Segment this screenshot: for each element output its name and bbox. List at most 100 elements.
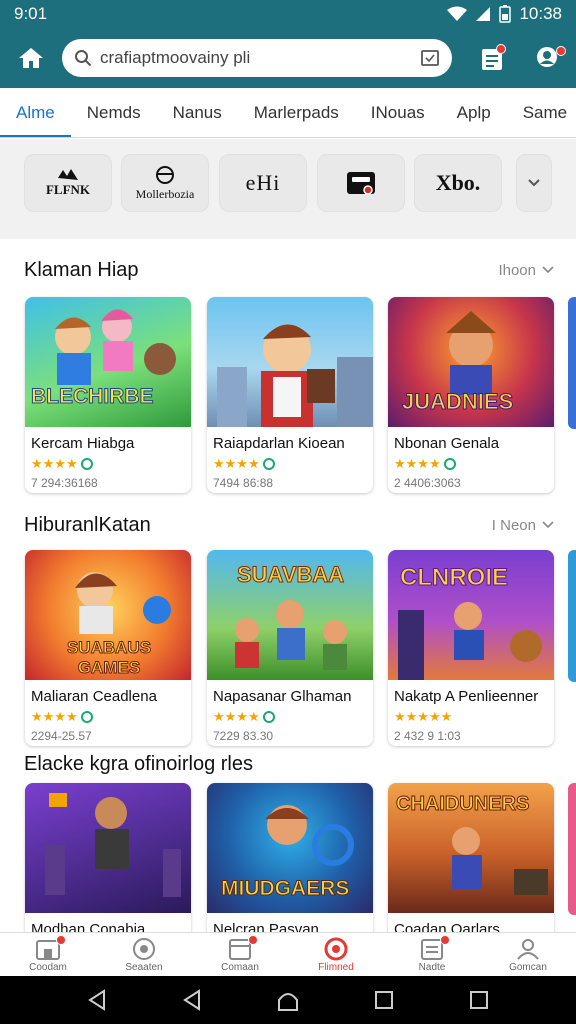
cartoon-characters-image [217, 324, 373, 427]
brand-chip[interactable]: Mollerbozia [121, 154, 209, 212]
system-navigation-bar [0, 976, 576, 1024]
home-icon [19, 48, 43, 68]
section-title: Klaman Hiap [24, 258, 139, 281]
signal-icon [476, 7, 491, 21]
back-icon[interactable] [181, 989, 203, 1011]
rating-stars: ★★★★★ [394, 709, 453, 724]
game-card[interactable]: BLECHIRBE Kercam Hiabga ★★★★ 7 294:36168 [25, 297, 191, 493]
verified-badge-icon [262, 458, 275, 470]
tab-marlerpads[interactable]: Marlerpads [238, 88, 355, 137]
status-time: 9:01 [14, 4, 48, 23]
game-card[interactable]: SUABAUS GAMES Maliaran Ceadlena ★★★★ 229… [25, 550, 191, 746]
section-header: Klaman Hiap Ihoon [0, 252, 576, 288]
search-input[interactable] [100, 48, 412, 68]
splash-logo-icon [58, 169, 78, 180]
nav-account[interactable]: Gomcan [480, 933, 576, 976]
section-header: Elacke kgra ofinoirlog rles [0, 746, 576, 782]
bottom-navigation: Coodam Seaaten Comaan Flimned Nadte Gomc… [0, 932, 576, 976]
game-card[interactable]: CHAIDUNERS Coadan Oarlars [388, 783, 554, 943]
cartoon-characters-image [45, 793, 181, 897]
status-icons: 10:38 [447, 4, 562, 24]
tab-inouas[interactable]: INouas [355, 88, 441, 137]
discover-icon [133, 937, 155, 960]
tab-nanus[interactable]: Nanus [157, 88, 238, 137]
recents-icon[interactable] [373, 989, 395, 1011]
app-screen: 9:01 10:38 Alme Nemds Nanus Mar [0, 0, 576, 1024]
camera-logo-icon [347, 172, 375, 195]
nav-notes[interactable]: Nadte [384, 933, 480, 976]
game-art: MIUDGAERS [207, 783, 373, 913]
profile-button[interactable] [520, 28, 576, 88]
notification-dot [496, 44, 506, 54]
tab-same[interactable]: Same [507, 88, 576, 137]
back-icon[interactable] [86, 989, 108, 1011]
chevron-down-icon [542, 266, 554, 274]
game-art [207, 297, 373, 427]
chevron-down-icon [528, 179, 540, 187]
home-nav-icon[interactable] [276, 988, 300, 1012]
app-bar [0, 28, 576, 88]
game-card[interactable]: SUAVBAA Napasanar Glhaman ★★★★ 7229 83.3… [207, 550, 373, 746]
game-card[interactable]: CLNROIE Nakatp A Penlieenner ★★★★★ 2 432… [388, 550, 554, 746]
next-card-peek[interactable] [568, 550, 576, 682]
game-art: CHAIDUNERS [388, 783, 554, 913]
brand-chip[interactable]: Xbo. [414, 154, 502, 212]
game-art: CLNROIE [388, 550, 554, 680]
next-card-peek[interactable] [568, 783, 576, 915]
next-card-peek[interactable] [568, 297, 576, 429]
game-art: JUADNIES [388, 297, 554, 427]
game-art [25, 783, 191, 913]
face-logo-icon [156, 165, 174, 184]
game-card[interactable]: JUADNIES Nbonan Genala ★★★★ 2 4406:3063 [388, 297, 554, 493]
rating-stars: ★★★★ [25, 705, 191, 725]
status-clock: 10:38 [519, 4, 562, 23]
clipboard-icon[interactable] [420, 48, 440, 68]
rating-stars: ★★★★ [25, 452, 191, 472]
brand-chip[interactable] [317, 154, 405, 212]
home-button[interactable] [0, 28, 62, 88]
account-icon [517, 938, 539, 960]
see-more-link[interactable]: Ihoon [498, 262, 554, 279]
game-art: SUABAUS GAMES [25, 550, 191, 680]
more-chips-button[interactable] [516, 154, 552, 212]
section-header: HiburanlKatan I Neon [0, 507, 576, 543]
category-tabs: Alme Nemds Nanus Marlerpads INouas Aplp … [0, 88, 576, 138]
section-title: Elacke kgra ofinoirlog rles [24, 752, 253, 775]
verified-badge-icon [80, 458, 93, 470]
verified-badge-icon [443, 458, 456, 470]
brand-chips-row: FLFNK Mollerbozia eHi Xbo. [0, 139, 576, 239]
chevron-down-icon [542, 521, 554, 529]
game-card[interactable]: Modhan Conabia [25, 783, 191, 943]
brand-chip[interactable]: eHi [219, 154, 307, 212]
game-card[interactable]: MIUDGAERS Nelcran Pasvan [207, 783, 373, 943]
target-icon [324, 937, 348, 960]
nav-featured[interactable]: Flimned [288, 933, 384, 976]
game-art: SUAVBAA [207, 550, 373, 680]
nav-home[interactable]: Coodam [0, 933, 96, 976]
search-icon [75, 50, 92, 67]
notification-dot [248, 935, 258, 945]
rating-stars: ★★★★ [207, 705, 373, 725]
game-art: BLECHIRBE [25, 297, 191, 427]
notes-button[interactable] [464, 28, 520, 88]
rating-stars: ★★★★ [207, 452, 373, 472]
see-more-link[interactable]: I Neon [492, 517, 554, 534]
tab-aplp[interactable]: Aplp [441, 88, 507, 137]
notification-dot [440, 935, 450, 945]
section-title: HiburanlKatan [24, 513, 151, 536]
battery-icon [499, 5, 512, 23]
verified-badge-icon [80, 711, 93, 723]
rating-stars: ★★★★ [388, 452, 554, 472]
nav-games[interactable]: Comaan [192, 933, 288, 976]
search-bar[interactable] [62, 39, 452, 77]
nav-search[interactable]: Seaaten [96, 933, 192, 976]
game-card[interactable]: Raiapdarlan Kioean ★★★★ 7494 86:88 [207, 297, 373, 493]
recents-icon[interactable] [468, 989, 490, 1011]
verified-badge-icon [262, 711, 275, 723]
tab-nemds[interactable]: Nemds [71, 88, 157, 137]
notification-dot [556, 46, 566, 56]
tab-alme[interactable]: Alme [0, 88, 71, 137]
wifi-icon [447, 6, 468, 21]
brand-chip[interactable]: FLFNK [24, 154, 112, 212]
status-bar: 9:01 10:38 [0, 0, 576, 28]
